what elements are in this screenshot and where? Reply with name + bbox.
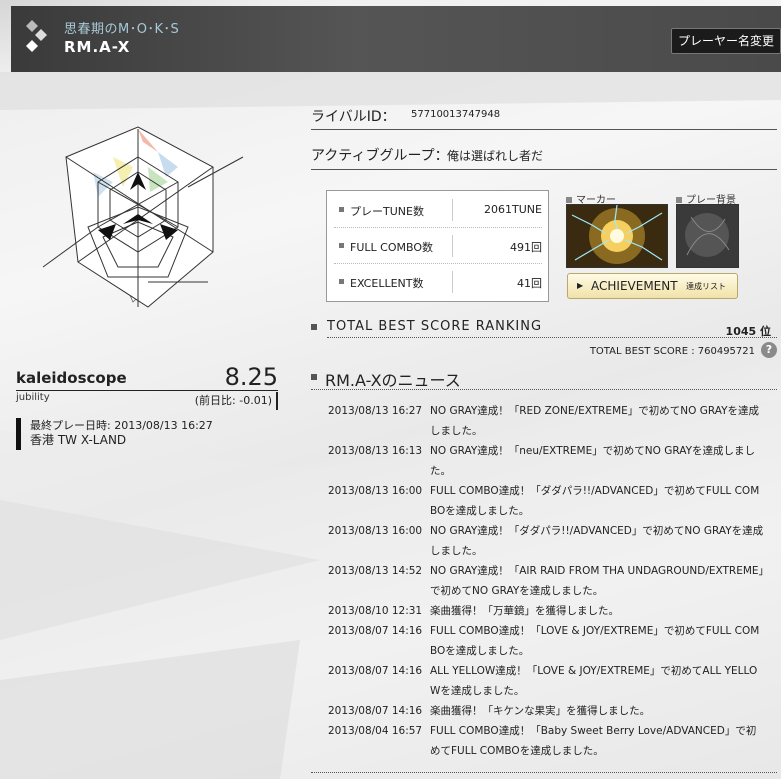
bullet-icon (339, 279, 344, 284)
list-item: 2013/08/13 16:00 NO GRAY達成！「ダダパラ!!/ADVANC… (328, 521, 768, 561)
list-item: 2013/08/07 14:16 ALL YELLOW達成！「LOVE & JOY… (328, 661, 768, 701)
list-item: 2013/08/13 16:27 NO GRAY達成！「RED ZONE/EXTR… (328, 401, 768, 441)
last-play-info: 最終プレー日時: 2013/08/13 16:27 香港 TW X-LAND (16, 418, 213, 450)
news-text: ALL YELLOW達成！「LOVE & JOY/EXTREME」で初めてALL… (430, 665, 758, 697)
active-group-row: アクティブグループ： 俺は選ばれし者だ (311, 143, 777, 170)
news-date: 2013/08/10 12:31 (328, 605, 423, 617)
jubility-divider (276, 392, 278, 410)
change-name-button[interactable]: プレーヤー名変更 (671, 28, 781, 54)
stat-label: EXCELLENT数 (350, 277, 424, 290)
news-text: NO GRAY達成！「RED ZONE/EXTREME」で初めてNO GRAYを… (430, 405, 760, 437)
list-item: 2013/08/07 14:16 楽曲獲得！「キケンな果実」を獲得しました。 (328, 701, 768, 721)
stat-label: FULL COMBO数 (350, 241, 433, 254)
player-emblem (42, 126, 244, 308)
marker-thumbnail[interactable] (566, 204, 668, 268)
news-text: NO GRAY達成！「AIR RAID FROM THA UNDAGROUND/… (430, 565, 764, 597)
ranking-header: TOTAL BEST SCORE RANKING 1045 位 (311, 317, 777, 338)
news-date: 2013/08/04 16:57 (328, 725, 423, 737)
stat-value: 491回 (510, 241, 542, 254)
title-row: kaleidoscope 8.25 (16, 363, 278, 391)
play-background-thumbnail[interactable] (676, 204, 739, 268)
stats-box: プレーTUNE数 2061TUNE FULL COMBO数 491回 EXCEL… (326, 190, 549, 302)
list-item: 2013/08/04 16:57 FULL COMBO達成！「Baby Sweet… (328, 721, 768, 761)
news-date: 2013/08/07 14:16 (328, 705, 423, 717)
player-name: RM.A-X (64, 38, 131, 56)
news-date: 2013/08/13 14:52 (328, 565, 423, 577)
stat-divider (452, 199, 453, 221)
active-group-label: アクティブグループ： (311, 148, 449, 164)
last-play-time: 最終プレー日時: 2013/08/13 16:27 (30, 419, 213, 432)
news-date: 2013/08/13 16:13 (328, 445, 423, 457)
bullet-icon (311, 324, 317, 330)
news-date: 2013/08/13 16:27 (328, 405, 423, 417)
header-subtitle: 思春期のM･O･K･S (64, 22, 180, 37)
stat-value: 41回 (517, 277, 542, 290)
news-text: 楽曲獲得！「万華鏡」を獲得しました。 (430, 605, 619, 617)
list-item: 2013/08/13 16:13 NO GRAY達成！「neu/EXTREME」で… (328, 441, 768, 481)
news-text: FULL COMBO達成！「ダダパラ!!/ADVANCED」で初めてFULL C… (430, 485, 760, 517)
news-text: NO GRAY達成！「neu/EXTREME」で初めてNO GRAYを達成しまし… (430, 445, 755, 477)
jubility-label: jubility (16, 392, 50, 403)
stat-full-combo: FULL COMBO数 491回 (334, 229, 542, 264)
bullet-icon (676, 197, 682, 203)
bullet-icon (339, 207, 344, 212)
list-item: 2013/08/07 14:16 FULL COMBO達成！「LOVE & JOY… (328, 621, 768, 661)
news-header: RM.A-Xのニュース (311, 367, 777, 390)
triangle-right-icon: ▶ (577, 281, 584, 290)
ranking-title: TOTAL BEST SCORE RANKING (327, 319, 543, 334)
bullet-icon (311, 374, 317, 380)
rival-id-value: 57710013747948 (411, 109, 501, 120)
news-date: 2013/08/07 14:16 (328, 625, 423, 637)
rival-id-label: ライバルID： (311, 109, 396, 125)
news-title: RM.A-Xのニュース (325, 371, 461, 390)
jubility-diff: (前日比: -0.01) (194, 394, 272, 407)
news-text: NO GRAY達成！「ダダパラ!!/ADVANCED」で初めてNO GRAYを達… (430, 525, 764, 557)
stat-value: 2061TUNE (484, 203, 542, 216)
stat-divider (452, 271, 453, 293)
stat-excellent: EXCELLENT数 41回 (334, 265, 542, 299)
stat-label: プレーTUNE数 (350, 205, 424, 218)
diamond-logo-icon (26, 20, 47, 52)
bullet-icon (566, 197, 572, 203)
active-group-value: 俺は選ばれし者だ (447, 149, 544, 163)
help-icon[interactable]: ? (761, 342, 777, 358)
player-title: kaleidoscope (16, 369, 127, 387)
divider (311, 772, 777, 773)
jubility-value: 8.25 (224, 363, 278, 391)
list-item: 2013/08/10 12:31 楽曲獲得！「万華鏡」を獲得しました。 (328, 601, 768, 621)
news-date: 2013/08/13 16:00 (328, 525, 423, 537)
news-text: FULL COMBO達成！「LOVE & JOY/EXTREME」で初めてFUL… (430, 625, 760, 657)
divider (327, 337, 777, 338)
news-date: 2013/08/13 16:00 (328, 485, 423, 497)
stat-play-tunes: プレーTUNE数 2061TUNE (334, 193, 542, 228)
stat-divider (452, 235, 453, 257)
last-play-location: 香港 TW X-LAND (30, 433, 127, 447)
list-item: 2013/08/13 14:52 NO GRAY達成！「AIR RAID FROM… (328, 561, 768, 601)
news-text: FULL COMBO達成！「Baby Sweet Berry Love/ADVA… (430, 725, 757, 757)
news-date: 2013/08/07 14:16 (328, 665, 423, 677)
news-text: 楽曲獲得！「キケンな果実」を獲得しました。 (430, 705, 651, 717)
list-item: 2013/08/13 16:00 FULL COMBO達成！「ダダパラ!!/ADV… (328, 481, 768, 521)
bullet-icon (339, 243, 344, 248)
header-bar: 思春期のM･O･K･S RM.A-X プレーヤー名変更 (11, 6, 781, 72)
achievement-sub-label: 達成リスト (686, 282, 726, 291)
news-list: 2013/08/13 16:27 NO GRAY達成！「RED ZONE/EXTR… (328, 401, 768, 761)
achievement-label: ACHIEVEMENT (591, 279, 678, 293)
jubility-row: jubility (前日比: -0.01) (16, 392, 278, 410)
achievement-button[interactable]: ▶ ACHIEVEMENT 達成リスト (567, 273, 738, 299)
total-best-score: TOTAL BEST SCORE : 760495721 (589, 346, 755, 357)
rival-id-row: ライバルID： 57710013747948 (311, 103, 777, 130)
